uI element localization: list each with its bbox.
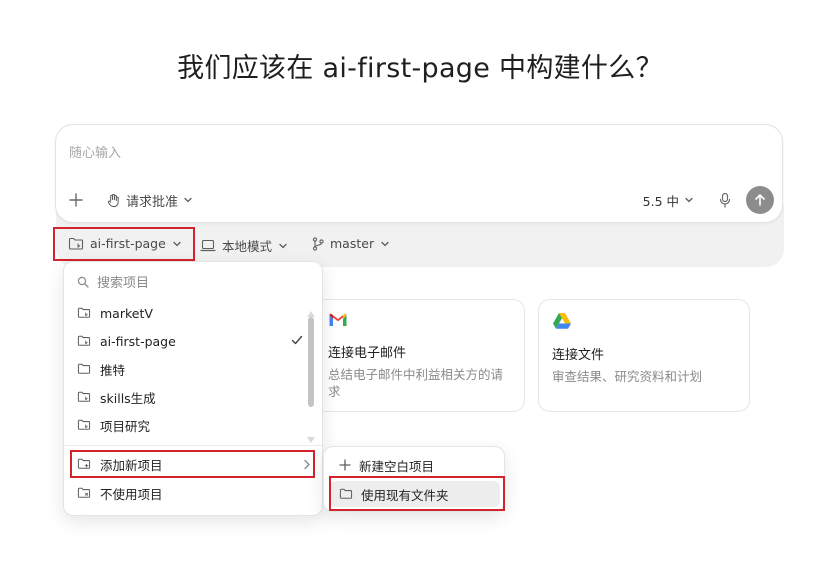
card-description: 总结电子邮件中利益相关方的请求 [328,367,504,399]
scrollbar-thumb[interactable] [308,317,314,407]
project-item-marketv[interactable]: marketV [77,301,305,325]
git-branch-icon [312,236,324,251]
new-blank-project-item[interactable]: 新建空白项目 [330,452,500,478]
checkmark-icon [291,334,303,349]
card-title: 连接文件 [552,348,605,363]
google-drive-icon [552,312,572,330]
project-search[interactable]: 搜索项目 [77,272,149,291]
hand-icon [106,193,121,208]
approval-label: 请求批准 [126,194,179,210]
plus-icon[interactable] [68,192,84,208]
gmail-icon [328,312,348,328]
project-item-twitter[interactable]: 推特 [77,357,305,381]
model-selector[interactable]: 5.5 中 [643,191,694,210]
folder-x-icon [77,487,91,499]
project-selector-highlight [53,227,195,261]
folder-git-icon [77,391,91,403]
folder-git-icon [77,419,91,431]
project-item-label: 推特 [100,362,126,378]
project-item-label: 项目研究 [100,418,151,434]
card-description: 审查结果、研究资料和计划 [552,369,703,384]
menu-divider [64,445,322,446]
model-label: 5.5 中 [642,193,679,209]
page-title: 我们应该在 ai-first-page 中构建什么？ [177,53,663,84]
project-item-research[interactable]: 项目研究 [77,413,305,437]
laptop-icon [200,239,216,252]
project-search-input[interactable]: 搜索项目 [97,272,149,291]
composer-input[interactable]: 随心输入 [69,142,121,161]
new-blank-project-label: 新建空白项目 [359,458,435,474]
project-item-label: marketV [100,305,153,321]
composer[interactable]: 随心输入 请求批准 5.5 中 [55,124,783,223]
connect-files-card[interactable]: 连接文件 审查结果、研究资料和计划 [538,299,750,412]
folder-icon [77,363,91,375]
connect-email-card[interactable]: 连接电子邮件 总结电子邮件中利益相关方的请求 [314,299,525,412]
folder-git-icon [77,307,91,319]
search-icon [77,276,89,288]
chevron-down-icon [684,195,694,205]
card-title: 连接电子邮件 [328,346,407,361]
branch-selector[interactable]: master [312,236,390,251]
project-item-label: ai-first-page [100,333,176,349]
chevron-down-icon [183,195,193,205]
composer-toolbar: 请求批准 5.5 中 [68,186,774,214]
chevron-down-icon [380,239,390,249]
mode-label: 本地模式 [222,239,273,254]
project-item-skills[interactable]: skills生成 [77,385,305,409]
add-project-highlight [70,450,315,478]
approval-dropdown[interactable]: 请求批准 [106,191,193,210]
branch-label: master [330,236,375,251]
project-item-label: skills生成 [100,390,156,406]
no-project-label: 不使用项目 [100,486,163,502]
folder-git-icon [77,335,91,347]
arrow-up-icon [753,193,767,207]
send-button[interactable] [746,186,774,214]
mode-selector[interactable]: 本地模式 [200,236,288,255]
project-item-ai-first-page[interactable]: ai-first-page [77,329,305,353]
no-project-item[interactable]: 不使用项目 [77,481,305,505]
chevron-down-icon [278,241,288,251]
use-existing-folder-highlight [329,476,505,511]
microphone-icon[interactable] [718,192,732,208]
plus-icon [339,459,351,471]
